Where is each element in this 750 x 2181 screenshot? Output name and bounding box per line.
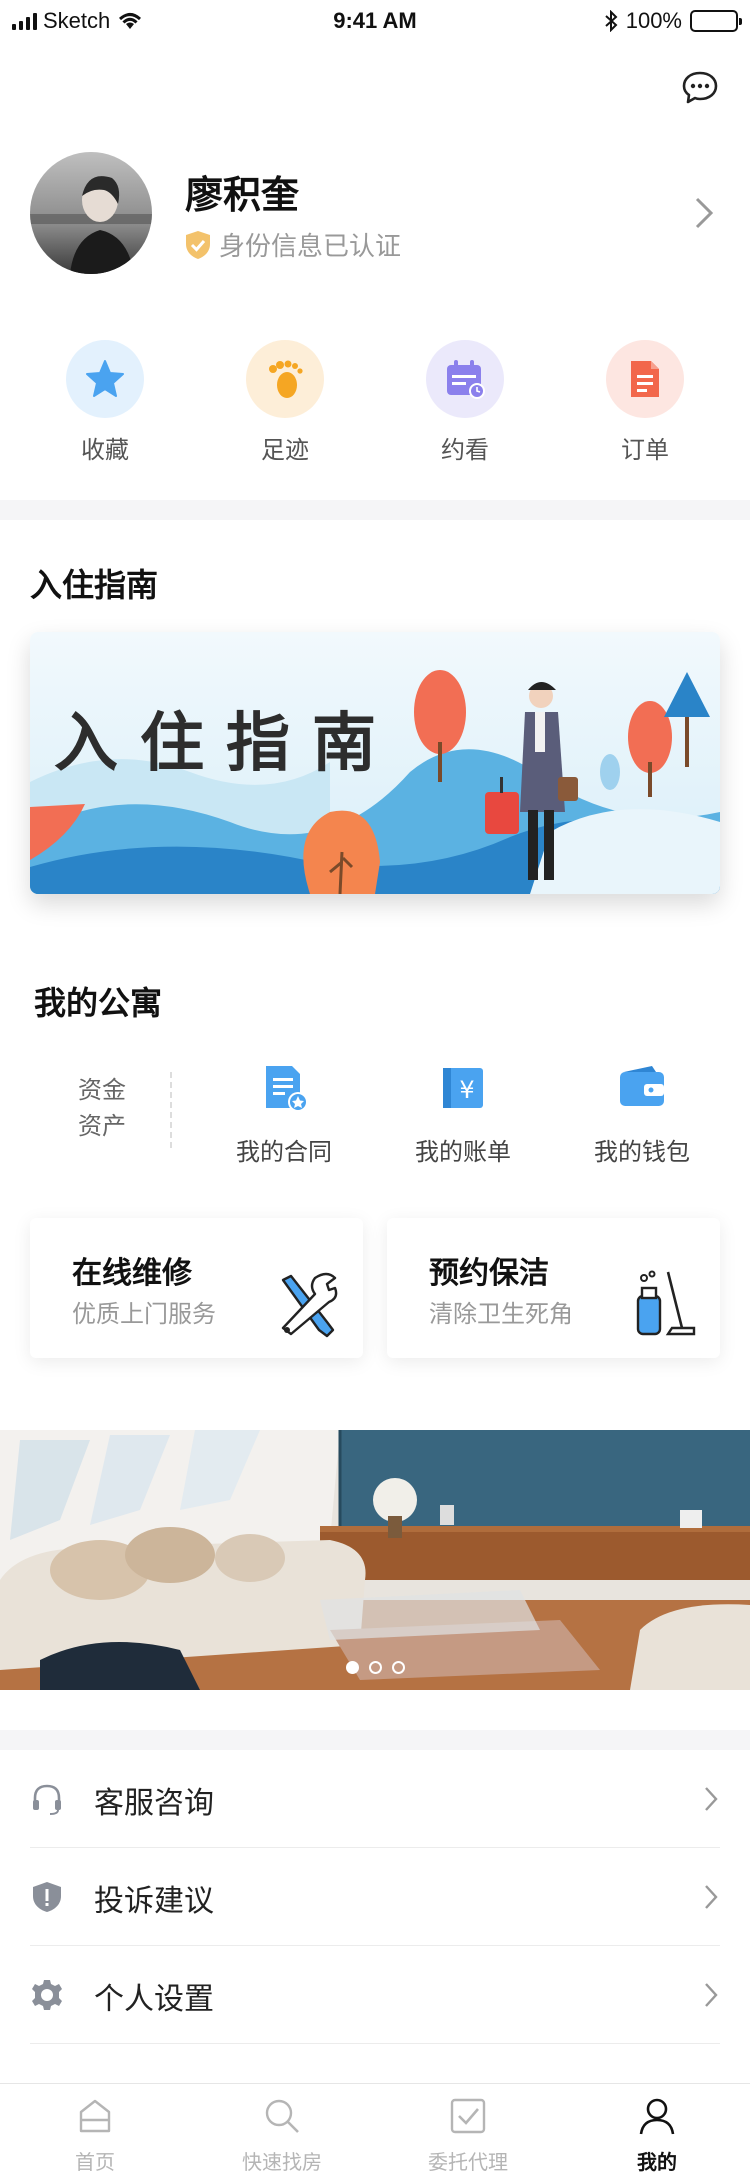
- quick-label: 收藏: [81, 436, 129, 464]
- my-contract-button[interactable]: 我的合同: [214, 1060, 354, 1167]
- guide-banner[interactable]: 入住指南: [30, 632, 720, 894]
- battery-icon: [690, 10, 742, 32]
- section-divider: [0, 500, 750, 520]
- guide-section-title: 入住指南: [30, 566, 159, 604]
- star-icon: [66, 340, 144, 418]
- service-card-repair[interactable]: 在线维修 优质上门服务: [30, 1218, 363, 1358]
- verify-text: 身份信息已认证: [219, 232, 402, 262]
- menu-label: 客服咨询: [94, 1786, 214, 1821]
- gear-icon: [32, 1980, 62, 2010]
- chevron-right-icon: [705, 1885, 718, 1909]
- contract-icon: [266, 1066, 308, 1112]
- bluetooth-icon: [605, 10, 618, 32]
- guide-banner-text: 入住指南: [54, 706, 398, 781]
- apartment-item-label: 我的账单: [415, 1138, 511, 1166]
- tab-agency[interactable]: 委托代理: [408, 2096, 528, 2175]
- quick-item-orders[interactable]: 订单: [585, 340, 705, 465]
- tab-label: 快速找房: [242, 2150, 322, 2174]
- headset-icon: [33, 1784, 61, 1815]
- quick-label: 订单: [621, 436, 669, 464]
- status-right: 100%: [604, 8, 742, 34]
- service-title: 预约保洁: [429, 1256, 549, 1291]
- service-subtitle: 清除卫生死角: [429, 1300, 573, 1328]
- profile-header[interactable]: 廖积奎 身份信息已认证: [30, 152, 720, 276]
- user-icon: [639, 2098, 675, 2135]
- tab-label: 我的: [637, 2150, 677, 2174]
- bill-icon: ¥: [443, 1068, 483, 1108]
- tab-home[interactable]: 首页: [35, 2096, 155, 2175]
- user-name: 廖积奎: [185, 173, 300, 217]
- my-wallet-button[interactable]: 我的钱包: [572, 1060, 712, 1167]
- my-bill-button[interactable]: ¥ 我的账单: [393, 1060, 533, 1167]
- service-subtitle: 优质上门服务: [72, 1300, 216, 1328]
- search-icon: [265, 2099, 299, 2133]
- carousel-dot[interactable]: [345, 1661, 359, 1674]
- chevron-right-icon: [705, 1983, 718, 2007]
- verified-shield-icon: [186, 230, 210, 259]
- wallet-icon: [620, 1066, 664, 1106]
- fund-label-line1: 资金: [78, 1076, 126, 1104]
- menu-item-complaint[interactable]: 投诉建议: [30, 1848, 720, 1946]
- checkbox-icon: [450, 2098, 486, 2134]
- tab-label: 首页: [75, 2150, 115, 2174]
- quick-label: 足迹: [261, 436, 309, 464]
- photo-carousel[interactable]: [0, 1430, 750, 1690]
- apartment-row: 资金 资产 我的合同 ¥ 我的账单 我的钱包: [0, 1060, 750, 1180]
- order-icon: [606, 340, 684, 418]
- cleaning-icon: [636, 1270, 696, 1336]
- apartment-item-label: 我的钱包: [594, 1138, 690, 1166]
- fund-assets-label[interactable]: 资金 资产: [66, 1072, 138, 1144]
- service-title: 在线维修: [72, 1256, 192, 1291]
- shield-alert-icon: [33, 1882, 61, 1912]
- carousel-dot[interactable]: [368, 1661, 382, 1674]
- carousel-dots: [0, 1661, 750, 1674]
- quick-label: 约看: [441, 436, 489, 464]
- avatar[interactable]: [30, 152, 152, 274]
- verify-status: 身份信息已认证: [185, 226, 401, 263]
- menu-item-settings[interactable]: 个人设置: [30, 1946, 720, 2044]
- carousel-dot[interactable]: [391, 1661, 405, 1674]
- tab-bar: 首页 快速找房 委托代理 我的: [0, 2083, 750, 2181]
- menu-label: 投诉建议: [94, 1884, 214, 1919]
- quick-actions: 收藏 足迹 约看 订单: [0, 340, 750, 480]
- settings-menu: 客服咨询 投诉建议 个人设置: [30, 1750, 720, 2044]
- service-card-cleaning[interactable]: 预约保洁 清除卫生死角: [387, 1218, 720, 1358]
- quick-item-history[interactable]: 足迹: [225, 340, 345, 465]
- tab-label: 委托代理: [428, 2150, 508, 2174]
- fund-label-line2: 资产: [78, 1112, 126, 1140]
- calendar-icon: [426, 340, 504, 418]
- quick-item-favorites[interactable]: 收藏: [45, 340, 165, 465]
- message-icon[interactable]: [680, 68, 720, 108]
- status-bar: Sketch 9:41 AM 100%: [0, 0, 750, 44]
- tab-search[interactable]: 快速找房: [222, 2096, 342, 2175]
- svg-text:¥: ¥: [459, 1076, 474, 1104]
- chevron-right-icon[interactable]: [694, 196, 714, 230]
- battery-percent: 100%: [625, 8, 682, 33]
- apartment-section-title: 我的公寓: [34, 984, 163, 1022]
- tab-mine[interactable]: 我的: [597, 2096, 717, 2175]
- section-divider: [0, 1730, 750, 1750]
- footprint-icon: [246, 340, 324, 418]
- divider: [170, 1072, 172, 1148]
- quick-item-viewing[interactable]: 约看: [405, 340, 525, 465]
- menu-item-customer-service[interactable]: 客服咨询: [30, 1750, 720, 1848]
- chevron-right-icon: [705, 1787, 718, 1811]
- menu-label: 个人设置: [94, 1982, 214, 2017]
- tools-icon: [281, 1272, 338, 1338]
- apartment-item-label: 我的合同: [236, 1138, 332, 1166]
- home-icon: [79, 2099, 111, 2133]
